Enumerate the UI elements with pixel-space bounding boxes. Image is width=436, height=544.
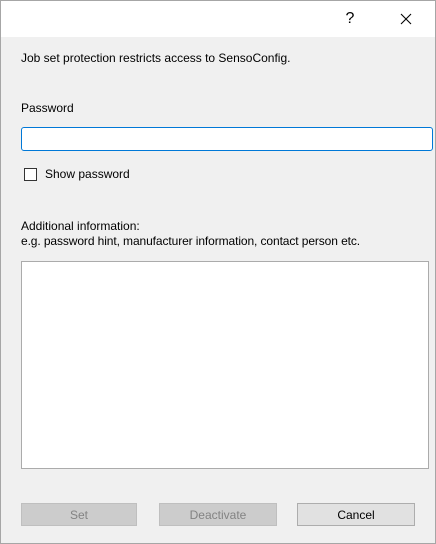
additional-info-textarea[interactable] [21,261,429,469]
deactivate-button[interactable]: Deactivate [159,503,277,526]
cancel-button[interactable]: Cancel [297,503,415,526]
title-bar: ? [1,1,435,37]
cancel-button-label: Cancel [337,507,375,522]
job-set-protection-dialog: ? Job set protection restricts access to… [0,0,436,544]
additional-info-label: Additional information: [21,219,140,233]
close-icon [400,13,412,25]
help-button[interactable]: ? [327,1,373,37]
show-password-label[interactable]: Show password [45,167,130,181]
show-password-checkbox[interactable] [24,168,37,181]
help-label: ? [345,10,355,27]
set-button[interactable]: Set [21,503,137,526]
set-button-label: Set [69,507,88,522]
description-text: Job set protection restricts access to S… [21,51,291,65]
dialog-content: Job set protection restricts access to S… [1,37,435,543]
close-button[interactable] [383,1,429,37]
password-label: Password [21,101,74,115]
additional-info-hint: e.g. password hint, manufacturer informa… [21,234,361,248]
deactivate-button-label: Deactivate [189,507,247,522]
password-field[interactable] [21,127,433,151]
